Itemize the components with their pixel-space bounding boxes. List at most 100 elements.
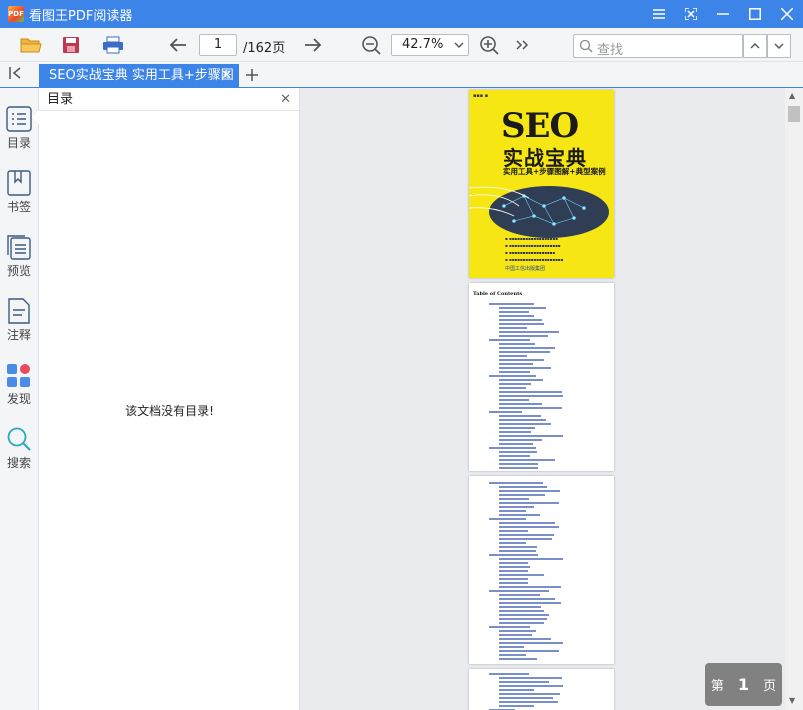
cover-publisher: 中国工信出版集团 [505, 266, 546, 272]
sidebar-item-bookmarks[interactable]: 书签 [0, 170, 38, 230]
search-input[interactable]: 查找 [573, 34, 743, 58]
next-page-button[interactable] [297, 31, 329, 59]
network-illustration [469, 186, 609, 238]
menu-icon [653, 9, 665, 19]
fullscreen-button[interactable] [675, 0, 707, 28]
sidebar-item-annotations[interactable]: 注释 [0, 298, 38, 358]
new-tab-button[interactable] [246, 64, 258, 86]
scroll-down-icon[interactable]: ▼ [789, 696, 795, 705]
toc-line [489, 339, 530, 341]
title-bar: PDF 看图王PDF阅读器 [0, 0, 803, 28]
zoom-in-button[interactable] [473, 31, 505, 59]
list-icon [6, 106, 32, 132]
open-file-button[interactable] [15, 31, 47, 59]
sidebar-item-discover[interactable]: 发现 [0, 362, 38, 422]
toc-line [499, 331, 559, 333]
sidebar-item-search[interactable]: 搜索 [0, 426, 38, 486]
toc-line [499, 510, 526, 512]
print-button[interactable] [97, 31, 129, 59]
close-icon [781, 8, 793, 20]
page-toc-3[interactable] [469, 669, 614, 710]
toc-line [499, 371, 530, 373]
toc-panel-header: 目录 ✕ [39, 88, 299, 111]
toc-line [499, 486, 547, 488]
toc-line [499, 431, 531, 433]
sidebar-item-label: 书签 [6, 200, 31, 214]
app-logo-icon: PDF [8, 6, 24, 22]
pages-icon [7, 235, 31, 260]
zoom-out-icon [362, 36, 381, 55]
page-toc-2[interactable] [469, 476, 614, 664]
bookmark-icon [7, 170, 31, 196]
toc-line [499, 379, 543, 381]
toc-line [499, 705, 534, 707]
tab-close-icon[interactable]: ✕ [221, 64, 232, 88]
arrow-right-icon [305, 38, 322, 52]
toc-line [499, 594, 540, 596]
toc-line [489, 482, 543, 484]
toc-line [499, 363, 533, 365]
save-button[interactable] [55, 31, 87, 59]
toc-line [499, 391, 562, 393]
toc-line [499, 403, 542, 405]
page-toc-1[interactable]: Table of Contents [469, 283, 614, 471]
save-icon [63, 37, 79, 53]
zoom-out-button[interactable] [355, 31, 387, 59]
toc-line [499, 685, 563, 687]
toc-line [499, 689, 534, 691]
toc-line [499, 435, 563, 437]
toc-line [499, 387, 526, 389]
toc-line [499, 335, 548, 337]
toc-line [499, 566, 530, 568]
search-icon [7, 427, 31, 451]
maximize-button[interactable] [739, 0, 771, 28]
toc-panel-title: 目录 [47, 92, 74, 107]
close-window-button[interactable] [771, 0, 803, 28]
apps-icon [7, 364, 30, 387]
sidebar-item-label: 目录 [6, 136, 31, 150]
toc-line [499, 681, 549, 683]
search-placeholder: 查找 [597, 43, 624, 58]
prev-page-button[interactable] [162, 31, 194, 59]
toc-line [499, 701, 558, 703]
search-prev-button[interactable] [743, 34, 767, 58]
note-icon [8, 298, 30, 324]
zoom-select[interactable]: 42.7% [391, 34, 469, 56]
toc-line [499, 622, 544, 624]
collapse-sidebar-button[interactable] [8, 66, 24, 83]
scrollbar-thumb[interactable] [788, 106, 800, 122]
toc-close-icon[interactable]: ✕ [280, 88, 291, 111]
page-cover[interactable]: ▪▪▪ ▪ SEO 实战宝典 实用工具+步骤图解+典型案例 ▪ ▪▪▪▪▪▪▪▪… [469, 90, 614, 278]
toc-line [499, 578, 528, 580]
sidebar-item-preview[interactable]: 预览 [0, 234, 38, 294]
printer-icon [103, 36, 123, 54]
search-next-button[interactable] [767, 34, 791, 58]
toc-line [499, 586, 561, 588]
page-number-input[interactable]: 1 [199, 34, 237, 56]
toc-line [499, 343, 535, 345]
menu-button[interactable] [643, 0, 675, 28]
toc-line [499, 650, 559, 652]
tab-document[interactable]: SEO实战宝典 实用工具+步骤图 ✕ [39, 64, 239, 88]
toc-line [489, 375, 536, 377]
toc-line [499, 359, 544, 361]
toc-line [499, 697, 553, 699]
scroll-up-icon[interactable]: ▲ [789, 91, 795, 100]
toc-line [489, 518, 526, 520]
toolbar: 1 /162页 42.7% 查找 [0, 28, 803, 62]
toc-line [499, 538, 552, 540]
toc-line [499, 463, 538, 465]
toc-line [499, 642, 563, 644]
toc-line [499, 677, 562, 679]
more-tools-button[interactable] [506, 31, 538, 59]
sidebar-item-toc[interactable]: 目录 [0, 106, 38, 166]
document-viewer[interactable]: ▪▪▪ ▪ SEO 实战宝典 实用工具+步骤图解+典型案例 ▪ ▪▪▪▪▪▪▪▪… [300, 88, 803, 710]
toc-line [499, 307, 546, 309]
toc-line [499, 319, 542, 321]
toc-line [499, 574, 544, 576]
toc-line [499, 399, 529, 401]
toc-panel: 目录 ✕ 该文档没有目录! [39, 88, 300, 710]
vertical-scrollbar[interactable]: ▲ ▼ [785, 88, 803, 710]
minimize-button[interactable] [707, 0, 739, 28]
search-icon [579, 39, 593, 53]
